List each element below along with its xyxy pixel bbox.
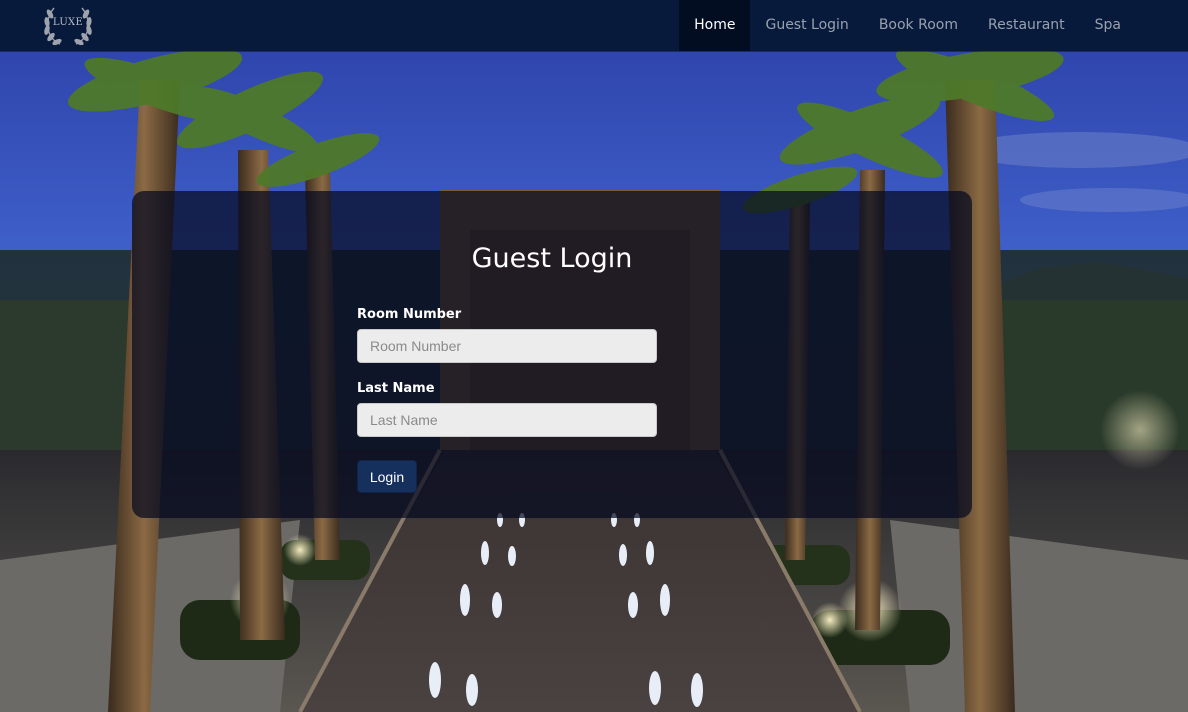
last-name-label: Last Name <box>357 381 435 396</box>
room-number-label: Room Number <box>357 307 462 322</box>
guest-login-panel: Guest Login Room Number Last Name Login <box>132 191 972 518</box>
top-navbar: LUXE Home Guest Login Book Room Restaura… <box>0 0 1188 51</box>
nav-guest-login[interactable]: Guest Login <box>750 0 863 51</box>
page-title: Guest Login <box>471 243 633 274</box>
main-nav: Home Guest Login Book Room Restaurant Sp… <box>679 0 1136 51</box>
brand-logo[interactable]: LUXE <box>40 2 96 48</box>
last-name-input[interactable] <box>357 403 657 437</box>
nav-home[interactable]: Home <box>679 0 751 51</box>
nav-book-room[interactable]: Book Room <box>864 0 973 51</box>
room-number-input[interactable] <box>357 329 657 363</box>
nav-spa[interactable]: Spa <box>1080 0 1136 51</box>
logo-text: LUXE <box>52 17 84 28</box>
nav-restaurant[interactable]: Restaurant <box>973 0 1080 51</box>
login-button[interactable]: Login <box>357 460 417 493</box>
